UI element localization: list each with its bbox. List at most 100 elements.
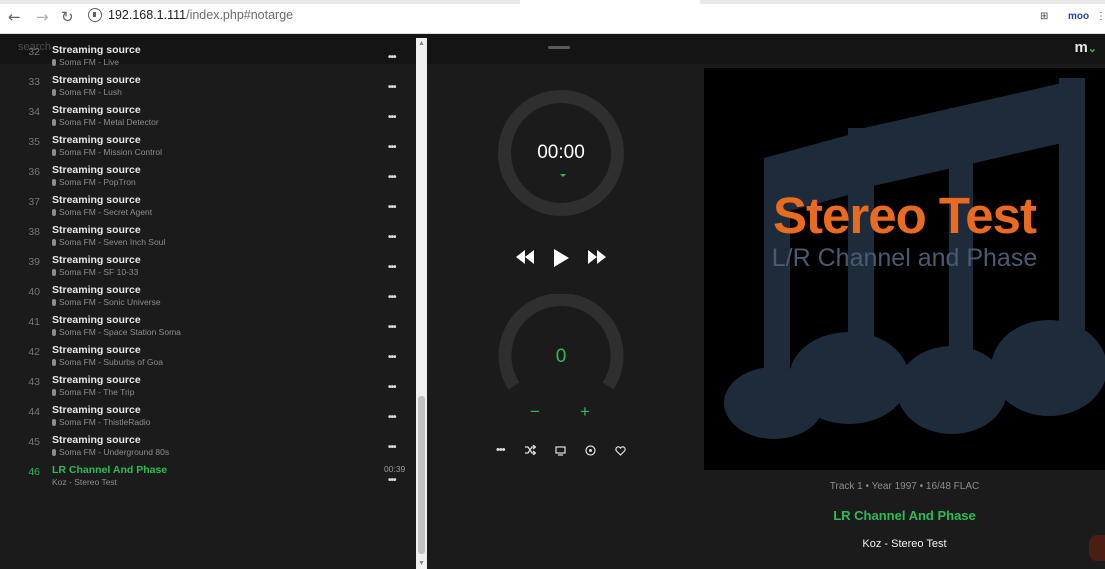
track-subtitle: Soma FM - SF 10-33	[52, 267, 138, 277]
more-options-icon[interactable]: •••	[388, 382, 396, 393]
track-number: 34	[28, 106, 40, 118]
track-title: Streaming source	[52, 194, 141, 206]
volume-up-button[interactable]: +	[580, 402, 590, 422]
list-item[interactable]: 44 Streaming source Soma FM - ThistleRadio…	[8, 402, 416, 432]
track-number: 40	[28, 286, 40, 298]
track-number: 36	[28, 166, 40, 178]
more-options-icon[interactable]: •••	[388, 262, 396, 273]
caret-down-icon[interactable]	[560, 174, 566, 177]
microphone-icon	[52, 239, 56, 246]
track-subtitle: Soma FM - Live	[52, 57, 119, 67]
track-number: 37	[28, 196, 40, 208]
track-title: Streaming source	[52, 104, 141, 116]
microphone-icon	[52, 299, 56, 306]
track-number: 38	[28, 226, 40, 238]
more-options-icon[interactable]: •••	[496, 444, 506, 456]
more-options-icon[interactable]: •••	[388, 202, 396, 213]
cover-subtitle: L/R Channel and Phase	[771, 244, 1038, 272]
microphone-icon	[52, 389, 56, 396]
tab-strip	[0, 0, 1105, 4]
app-menu-logo[interactable]: m⌄	[1074, 39, 1097, 56]
microphone-icon	[52, 149, 56, 156]
edge-badge[interactable]	[1089, 535, 1105, 561]
screen-icon[interactable]	[555, 446, 566, 459]
track-number: 39	[28, 256, 40, 268]
translate-icon[interactable]: ⊞	[1040, 11, 1048, 22]
repeat-icon[interactable]	[585, 445, 596, 459]
play-button[interactable]	[551, 248, 571, 273]
track-source: Soma FM - Sonic Universe	[59, 297, 161, 307]
shuffle-icon[interactable]	[525, 444, 537, 458]
list-item[interactable]: 45 Streaming source Soma FM - Underground …	[8, 432, 416, 462]
track-number: 43	[28, 376, 40, 388]
scroll-up-icon[interactable]: ▲	[418, 40, 425, 47]
more-options-icon[interactable]: •••	[388, 352, 396, 363]
forward-icon[interactable]: →	[36, 9, 49, 25]
microphone-icon	[52, 359, 56, 366]
more-options-icon[interactable]: •••	[388, 172, 396, 183]
track-subtitle: Koz - Stereo Test	[52, 477, 117, 487]
now-playing-title[interactable]: LR Channel And Phase	[704, 508, 1105, 523]
list-item[interactable]: 41 Streaming source Soma FM - Space Statio…	[8, 312, 416, 342]
reload-icon[interactable]: ↻	[61, 9, 74, 25]
volume-down-button[interactable]: −	[530, 402, 540, 422]
more-options-icon[interactable]: •••	[388, 322, 396, 333]
more-options-icon[interactable]: •••	[388, 112, 396, 123]
more-options-icon[interactable]: •••	[388, 82, 396, 93]
track-meta: Track 1 • Year 1997 • 16/48 FLAC	[829, 481, 980, 492]
track-subtitle: Soma FM - Secret Agent	[52, 207, 152, 217]
list-item[interactable]: 35 Streaming source Soma FM - Mission Cont…	[8, 132, 416, 162]
now-playing-artist[interactable]: Koz - Stereo Test	[704, 538, 1105, 550]
playlist-scrollbar[interactable]: ▲ ▼	[416, 38, 427, 569]
volume-knob[interactable]	[494, 294, 628, 394]
site-info-icon[interactable]	[88, 8, 102, 22]
list-item[interactable]: 40 Streaming source Soma FM - Sonic Univer…	[8, 282, 416, 312]
track-number: 41	[28, 316, 40, 328]
browser-menu-icon[interactable]: ⋮	[1096, 11, 1105, 22]
track-source: Soma FM - Suburbs of Goa	[59, 357, 163, 367]
back-icon[interactable]: ←	[8, 9, 21, 25]
track-title: Streaming source	[52, 164, 141, 176]
track-title: Streaming source	[52, 314, 141, 326]
microphone-icon	[52, 449, 56, 456]
browser-toolbar: ← → ↻ 192.168.1.111/index.php#notarge ⊞ …	[0, 0, 1105, 34]
previous-button[interactable]	[514, 248, 536, 271]
track-title: Streaming source	[52, 224, 141, 236]
more-options-icon[interactable]: •••	[388, 442, 396, 453]
scroll-down-icon[interactable]: ▼	[418, 560, 425, 567]
track-number: 45	[28, 436, 40, 448]
track-source: Koz - Stereo Test	[52, 477, 118, 487]
microphone-icon	[52, 119, 56, 126]
drag-handle[interactable]	[548, 46, 570, 49]
extension-moo[interactable]: moo	[1068, 11, 1089, 22]
list-item[interactable]: 36 Streaming source Soma FM - PopTron •••	[8, 162, 416, 192]
heart-icon[interactable]	[615, 446, 626, 459]
list-item[interactable]: 43 Streaming source Soma FM - The Trip •••	[8, 372, 416, 402]
more-options-icon[interactable]: •••	[388, 292, 396, 303]
list-item[interactable]: 39 Streaming source Soma FM - SF 10-33 •••	[8, 252, 416, 282]
more-options-icon[interactable]: •••	[388, 232, 396, 243]
scroll-thumb[interactable]	[418, 396, 425, 554]
microphone-icon	[52, 179, 56, 186]
more-options-icon[interactable]: •••	[388, 52, 396, 63]
address-bar[interactable]: 192.168.1.111/index.php#notarge	[88, 8, 293, 22]
list-item[interactable]: 33 Streaming source Soma FM - Lush •••	[8, 72, 416, 102]
list-item[interactable]: 32 Streaming source Soma FM - Live •••	[8, 42, 416, 72]
track-number: 33	[28, 76, 40, 88]
album-cover: Stereo Test L/R Channel and Phase	[704, 68, 1105, 470]
more-options-icon[interactable]: •••	[388, 475, 396, 486]
track-source: Soma FM - Lush	[59, 87, 122, 97]
list-item[interactable]: 38 Streaming source Soma FM - Seven Inch S…	[8, 222, 416, 252]
track-source: Soma FM - Mission Control	[59, 147, 162, 157]
track-source: Soma FM - Underground 80s	[59, 447, 170, 457]
more-options-icon[interactable]: •••	[388, 412, 396, 423]
more-options-icon[interactable]: •••	[388, 142, 396, 153]
playlist: 32 Streaming source Soma FM - Live ••• 33 Str…	[8, 42, 416, 535]
track-source: Soma FM - Secret Agent	[59, 207, 153, 217]
track-number: 42	[28, 346, 40, 358]
list-item[interactable]: 42 Streaming source Soma FM - Suburbs of G…	[8, 342, 416, 372]
list-item[interactable]: 46 LR Channel And Phase Koz - Stereo Test •…	[8, 462, 416, 492]
list-item[interactable]: 37 Streaming source Soma FM - Secret Agent…	[8, 192, 416, 222]
list-item[interactable]: 34 Streaming source Soma FM - Metal Detect…	[8, 102, 416, 132]
next-button[interactable]	[586, 248, 608, 271]
